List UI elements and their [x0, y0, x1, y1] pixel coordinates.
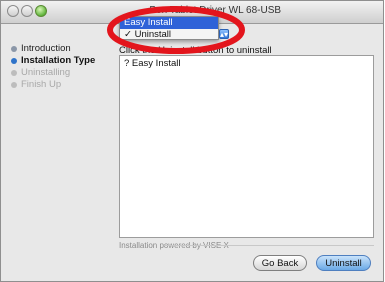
- step-bullet-icon: [11, 82, 17, 88]
- popup-option-easy-install[interactable]: Easy Install: [120, 17, 218, 29]
- step-label: Finish Up: [21, 79, 62, 90]
- footer-divider: [164, 245, 374, 246]
- step-bullet-icon: [11, 46, 17, 52]
- step-bullet-icon: [11, 70, 17, 76]
- step-label: Uninstalling: [21, 67, 71, 78]
- step-installation-type: Installation Type: [11, 55, 115, 67]
- option-help-line: ? Easy Install: [124, 58, 181, 69]
- minimize-button[interactable]: [21, 5, 33, 17]
- uninstall-button[interactable]: Uninstall: [316, 255, 371, 271]
- popup-arrow-icon[interactable]: ▴▾: [219, 29, 229, 39]
- close-button[interactable]: [7, 5, 19, 17]
- step-bullet-icon: [11, 58, 17, 64]
- popup-option-uninstall[interactable]: ✓ Uninstall: [120, 29, 218, 41]
- installer-window: ...Pen Tablet Driver WL 68-USB Introduct…: [0, 0, 384, 282]
- step-label: Installation Type: [21, 55, 96, 66]
- step-label: Introduction: [21, 43, 71, 54]
- install-type-popup-menu[interactable]: Easy Install ✓ Uninstall: [119, 16, 219, 40]
- step-uninstalling: Uninstalling: [11, 67, 115, 79]
- window-title: ...Pen Tablet Driver WL 68-USB: [141, 5, 282, 16]
- content-panel: ? Easy Install: [119, 55, 374, 238]
- step-finish-up: Finish Up: [11, 79, 115, 91]
- go-back-button[interactable]: Go Back: [253, 255, 307, 271]
- zoom-button[interactable]: [35, 5, 47, 17]
- installer-steps: Introduction Installation Type Uninstall…: [11, 43, 115, 91]
- step-introduction: Introduction: [11, 43, 115, 55]
